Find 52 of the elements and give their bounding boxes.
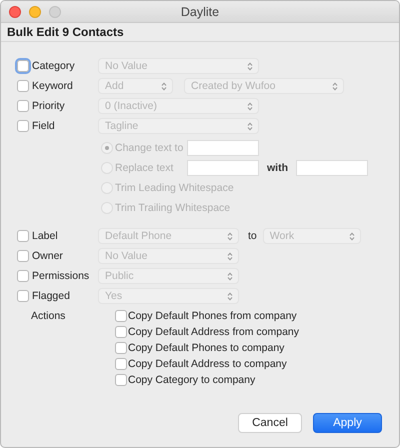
zoom-button[interactable] — [49, 6, 61, 18]
field-label: Flagged — [32, 290, 71, 302]
dialog-heading: Bulk Edit 9 Contacts — [7, 25, 124, 39]
actions-label: Actions — [30, 309, 66, 324]
chevron-icon — [332, 82, 338, 90]
field-label: Keyword — [32, 80, 74, 92]
option-label: Trim Leading Whitespace — [115, 182, 234, 194]
cancel-button[interactable]: Cancel — [238, 413, 302, 433]
checkbox[interactable] — [17, 250, 29, 262]
chevron-icon — [227, 232, 233, 240]
chevron-icon — [161, 82, 167, 90]
checkbox-label: Copy Default Phones from company — [128, 310, 297, 322]
minimize-button[interactable] — [29, 6, 41, 18]
checkbox-label: Copy Default Address to company — [128, 358, 287, 370]
checkbox[interactable] — [17, 120, 29, 132]
option-label: Replace text — [115, 162, 174, 174]
checkbox[interactable] — [17, 80, 29, 92]
chevron-icon — [247, 122, 253, 130]
close-button[interactable] — [9, 6, 21, 18]
text-field[interactable] — [296, 160, 368, 176]
checkbox[interactable] — [17, 290, 29, 302]
text-field[interactable] — [187, 140, 259, 156]
with-label: with — [267, 162, 288, 174]
text-field[interactable] — [187, 160, 259, 176]
checkbox[interactable] — [17, 230, 29, 242]
checkbox[interactable] — [115, 326, 127, 338]
connector-label: to — [248, 230, 257, 242]
field-label: Label — [32, 230, 59, 242]
checkbox-label: Copy Default Address from company — [128, 326, 299, 338]
field-label: Category — [32, 60, 76, 72]
checkbox[interactable] — [115, 342, 127, 354]
checkbox[interactable] — [115, 358, 127, 370]
field-label: Owner — [32, 250, 64, 262]
field-label: Field — [32, 120, 56, 132]
chevron-icon — [348, 232, 355, 240]
window-title: Daylite — [180, 4, 220, 18]
chevron-icon — [227, 292, 233, 300]
checkbox[interactable] — [17, 270, 29, 282]
chevron-icon — [247, 62, 253, 70]
apply-button[interactable]: Apply — [313, 413, 382, 433]
checkbox[interactable] — [115, 310, 127, 322]
chevron-icon — [247, 102, 253, 110]
checkbox-label: Copy Default Phones to company — [128, 342, 284, 354]
option-label: Change text to — [115, 142, 184, 154]
checkbox[interactable] — [115, 374, 127, 386]
checkbox[interactable] — [17, 100, 29, 112]
checkbox-label: Copy Category to company — [128, 374, 256, 386]
field-label: Priority — [32, 100, 66, 112]
chevron-icon — [227, 252, 233, 260]
field-label: Permissions — [32, 270, 90, 282]
option-label: Trim Trailing Whitespace — [115, 202, 230, 214]
chevron-icon — [227, 272, 233, 280]
